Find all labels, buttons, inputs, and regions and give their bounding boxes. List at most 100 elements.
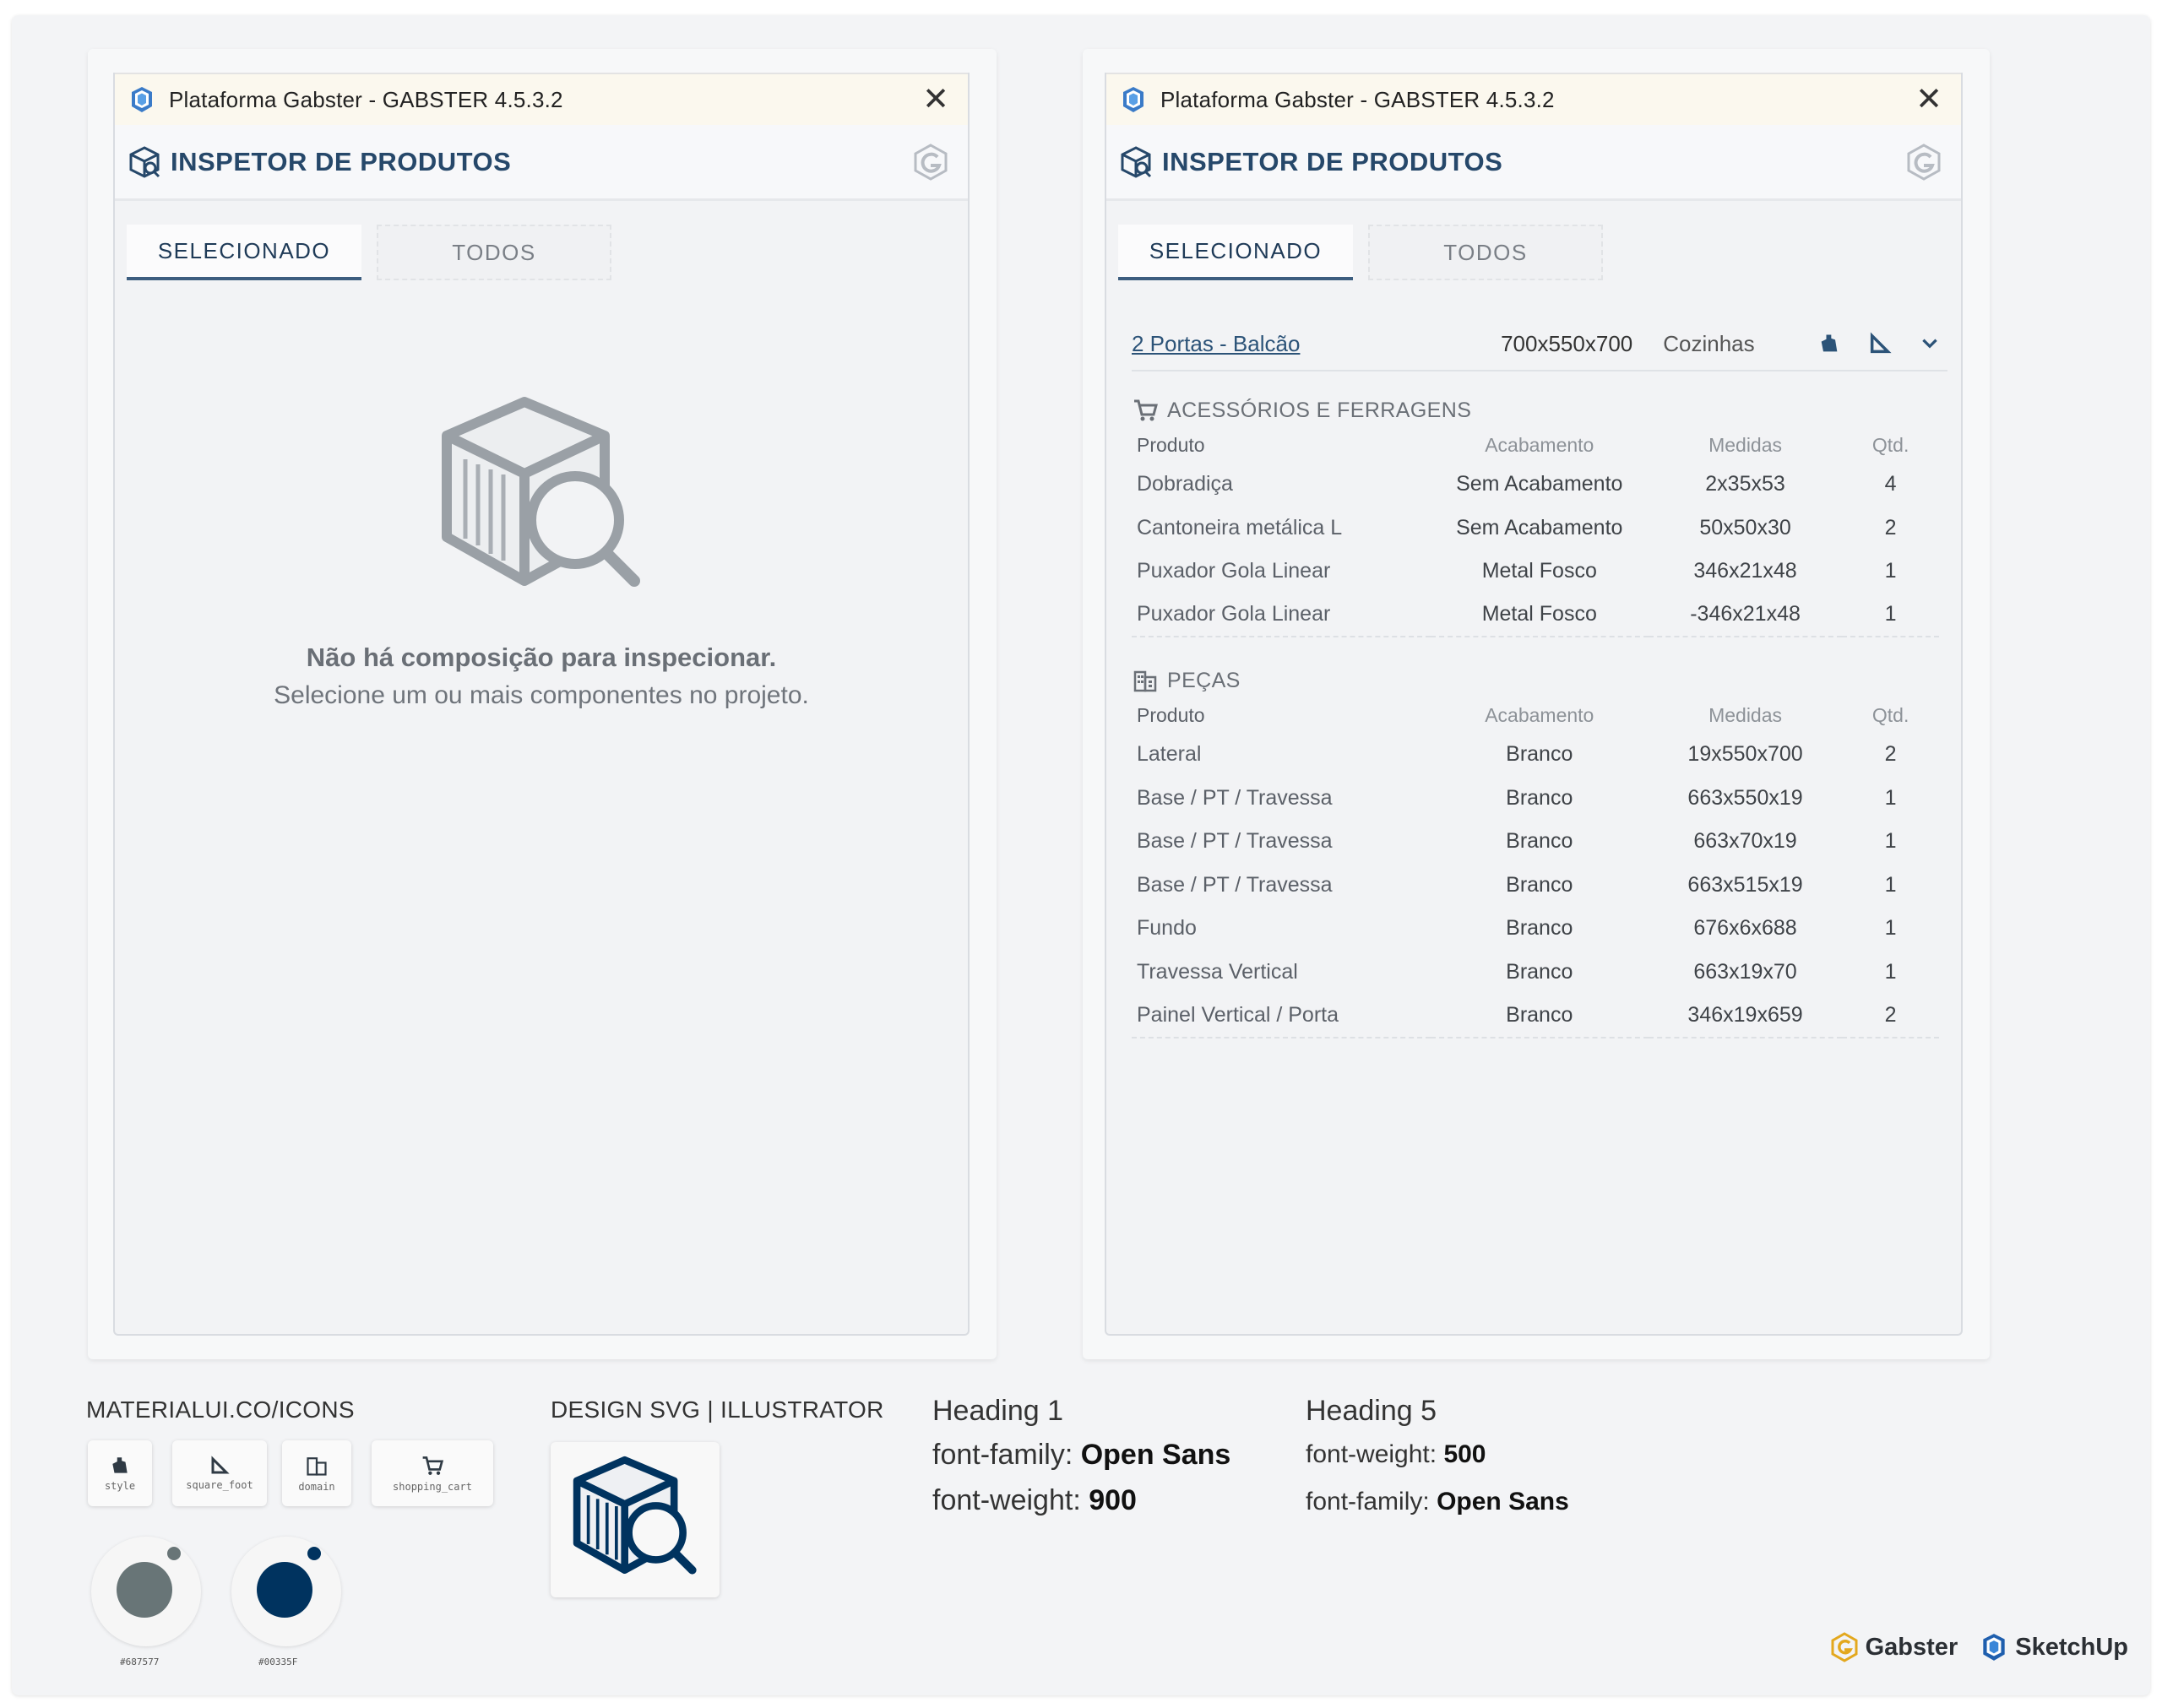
accessories-section: ACESSÓRIOS E FERRAGENS Produto Acabament… [1132,393,1939,637]
col-header-acabamento: Acabamento [1485,433,1594,456]
icon-sample-shopping-cart: shopping_cart [372,1440,493,1506]
cell-acabamento: Sem Acabamento [1456,472,1623,496]
tab-todos[interactable]: TODOS [377,225,611,280]
empty-state: Não há composição para inspecionar. Sele… [115,393,968,710]
empty-subtitle: Selecione um ou mais componentes no proj… [274,681,809,709]
box-search-illustration-icon [573,1456,697,1575]
table-row: Dobradiça Sem Acabamento 2x35x53 4 [1132,463,1939,507]
cell-acabamento: Metal Fosco [1481,602,1597,626]
cell-qtd: 1 [1884,872,1897,897]
cell-medidas: 2x35x53 [1705,472,1785,496]
tab-selecionado[interactable]: SELECIONADO [1118,225,1353,280]
parts-title: PEÇAS [1167,668,1241,692]
tab-todos[interactable]: TODOS [1368,225,1603,280]
cell-qtd: 1 [1884,785,1897,810]
table-row: Base / PT / Travessa Branco 663x70x19 1 [1132,820,1939,864]
gabster-logo-icon [914,143,948,181]
cell-produto: Puxador Gola Linear [1137,602,1331,626]
style-icon [112,1457,128,1473]
product-name-link[interactable]: 2 Portas - Balcão [1132,331,1465,357]
heading5-title: Heading 5 [1306,1395,1437,1427]
icon-caption: style [104,1480,136,1492]
panel-title: INSPETOR DE PRODUTOS [171,146,512,176]
title-bar: Plataforma Gabster - GABSTER 4.5.3.2 ✕ [1106,73,1961,125]
product-header-row: 2 Portas - Balcão 700x550x700 Cozinhas [1132,317,1947,371]
table-row: Base / PT / Travessa Branco 663x515x19 1 [1132,864,1939,908]
cell-qtd: 1 [1884,602,1897,626]
cell-acabamento: Branco [1506,872,1573,897]
icon-caption: shopping_cart [393,1481,472,1493]
close-button[interactable]: ✕ [1914,84,1944,116]
spec-value: Open Sans [1080,1439,1231,1471]
cell-medidas: 676x6x688 [1693,916,1797,941]
heading1-family: font-family: Open Sans [932,1439,1230,1472]
table-row: Fundo Branco 676x6x688 1 [1132,907,1939,951]
col-header-medidas: Medidas [1708,433,1783,456]
plugin-window-inspector: Plataforma Gabster - GABSTER 4.5.3.2 ✕ I… [1105,73,1963,1336]
panel-header: INSPETOR DE PRODUTOS [115,125,968,201]
table-row: Base / PT / Travessa Branco 663x550x19 1 [1132,777,1939,821]
cell-qtd: 2 [1884,742,1897,767]
cell-medidas: 19x550x700 [1687,742,1803,767]
sketchup-brand: SketchUp [1978,1631,2128,1663]
square-foot-icon[interactable] [1862,326,1898,361]
table-row: Painel Vertical / Porta Branco 346x19x65… [1132,994,1939,1038]
swatch-dot [307,1547,321,1560]
cell-medidas: 50x50x30 [1699,515,1791,540]
sketchup-logo-icon [1983,1634,2005,1661]
cell-medidas: 663x550x19 [1687,785,1803,810]
panel-header: INSPETOR DE PRODUTOS [1106,125,1961,201]
cell-acabamento: Branco [1506,785,1573,810]
close-button[interactable]: ✕ [921,84,951,116]
table-row: Puxador Gola Linear Metal Fosco 346x21x4… [1132,550,1939,594]
heading1-title: Heading 1 [932,1395,1064,1427]
color-swatch-gray [91,1537,201,1646]
cell-produto: Travessa Vertical [1137,959,1298,984]
spec-value: Open Sans [1437,1488,1569,1516]
color-hex-label: #687577 [120,1656,160,1667]
accessories-header: ACESSÓRIOS E FERRAGENS [1132,393,1939,427]
spec-label: font-family: [1306,1488,1430,1516]
tab-bar: SELECIONADO TODOS [1118,225,1603,280]
col-header-qtd: Qtd. [1871,433,1909,456]
design-sample [551,1442,720,1597]
inspector-cube-icon [1121,145,1152,178]
cell-medidas: 346x21x48 [1693,559,1797,583]
box-search-illustration-icon [442,397,640,587]
chevron-down-icon[interactable] [1912,326,1947,361]
parts-table: Produto Acabamento Medidas Qtd. Lateral … [1132,697,1939,1038]
design-label: DESIGN SVG | ILLUSTRATOR [551,1396,884,1423]
icon-sample-square-foot: square_foot [172,1440,267,1506]
col-header-produto: Produto [1137,433,1205,456]
color-hex-label: #00335F [258,1656,298,1667]
product-category: Cozinhas [1663,330,1755,356]
footer-brands: Gabster SketchUp [1828,1631,2128,1663]
square-foot-icon [211,1456,230,1474]
swatch-fill [117,1562,172,1618]
spec-label: font-weight: [1306,1440,1437,1468]
cell-qtd: 1 [1884,959,1897,984]
table-row: Puxador Gola Linear Metal Fosco -346x21x… [1132,594,1939,637]
cell-medidas: 663x19x70 [1693,959,1797,984]
spec-value: 500 [1443,1440,1486,1468]
icon-caption: domain [298,1481,335,1493]
col-header-qtd: Qtd. [1871,703,1909,726]
col-header-acabamento: Acabamento [1485,703,1594,726]
heading5-weight: font-weight: 500 [1306,1440,1486,1469]
tab-bar: SELECIONADO TODOS [127,225,611,280]
table-header-row: Produto Acabamento Medidas Qtd. [1132,427,1939,463]
brand-label: Gabster [1865,1633,1958,1661]
swatch-fill [257,1562,312,1618]
gabster-logo-icon [1831,1632,1858,1662]
tab-selecionado[interactable]: SELECIONADO [127,225,361,280]
cell-acabamento: Branco [1506,1002,1573,1027]
style-icon[interactable] [1812,326,1847,361]
cell-qtd: 1 [1884,916,1897,941]
brand-label: SketchUp [2015,1633,2128,1661]
cell-produto: Painel Vertical / Porta [1137,1002,1339,1027]
gabster-logo-icon [1907,143,1941,181]
title-bar: Plataforma Gabster - GABSTER 4.5.3.2 ✕ [115,73,968,125]
col-header-medidas: Medidas [1708,703,1783,726]
domain-icon [1133,670,1157,692]
heading5-family: font-family: Open Sans [1306,1488,1569,1516]
